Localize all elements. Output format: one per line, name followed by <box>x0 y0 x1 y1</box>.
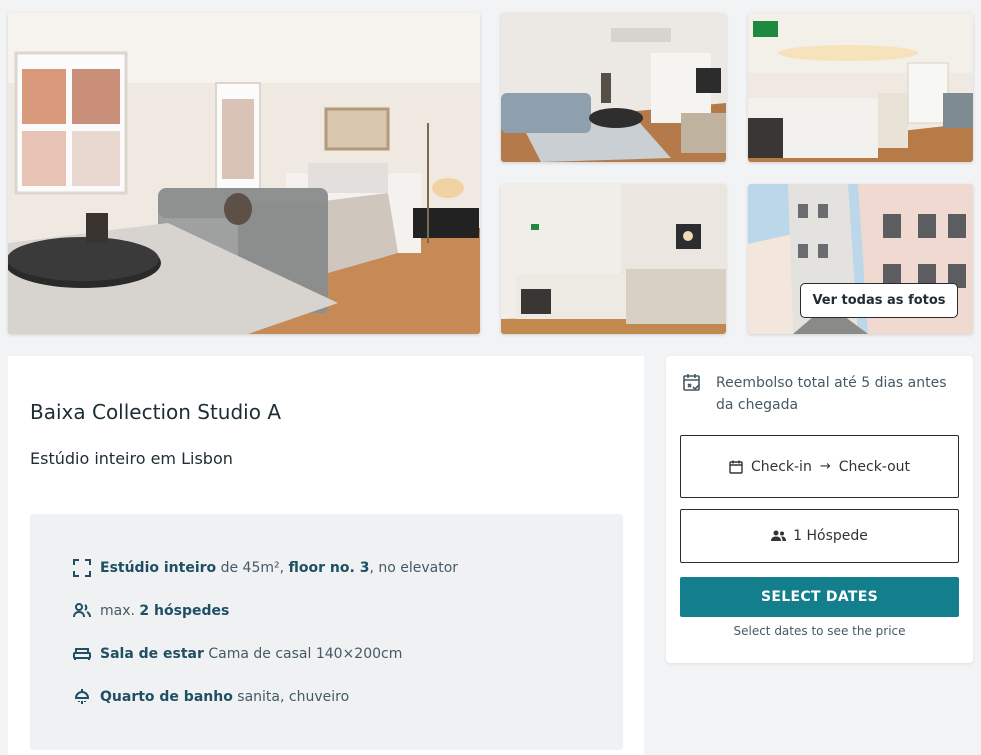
guests-field[interactable]: 1 Hóspede <box>680 509 959 563</box>
guests-label: 1 Hóspede <box>793 528 868 544</box>
feature-bathroom: Quarto de banho sanita, chuveiro <box>72 687 349 707</box>
see-all-photos-button[interactable]: Ver todas as fotos <box>800 283 958 318</box>
price-hint: Select dates to see the price <box>733 624 906 638</box>
feature-area-type: Estúdio inteiro <box>100 560 217 576</box>
refund-text: Reembolso total até 5 dias antes da cheg… <box>716 375 947 413</box>
feature-guests-count: 2 hóspedes <box>139 603 230 619</box>
shower-icon <box>72 687 92 707</box>
checkin-label: Check-in <box>750 458 812 475</box>
listing-subtitle: Estúdio inteiro em Lisbon <box>30 449 233 468</box>
feature-elevator: , no elevator <box>369 560 459 576</box>
listing-title: Baixa Collection Studio A <box>30 400 282 424</box>
date-picker-field[interactable]: Check-in → Check-out <box>680 435 959 498</box>
bed-icon <box>72 644 92 664</box>
feature-floor: floor no. 3 <box>288 560 370 576</box>
feature-area: Estúdio inteiro de 45m², floor no. 3 , n… <box>72 558 458 578</box>
feature-bathroom-room: Quarto de banho <box>100 689 233 705</box>
main-photo-living-room[interactable] <box>8 13 480 334</box>
arrow-right-icon: → <box>819 459 831 474</box>
select-dates-button[interactable]: SELECT DATES <box>680 577 959 617</box>
feature-guests: max. 2 hóspedes <box>72 601 229 621</box>
refund-policy: Reembolso total até 5 dias antes da cheg… <box>682 372 962 416</box>
checkout-label: Check-out <box>838 458 911 475</box>
listing-info-panel: Baixa Collection Studio A Estúdio inteir… <box>8 356 644 755</box>
calendar-icon <box>729 459 745 475</box>
calendar-check-icon <box>682 373 702 393</box>
feature-bathroom-detail: sanita, chuveiro <box>232 689 350 705</box>
photo-gallery: Ver todas as fotos <box>0 0 981 345</box>
photo-living-area[interactable] <box>501 13 726 162</box>
feature-bed-detail: Cama de casal 140×200cm <box>203 646 403 662</box>
feature-bed: Sala de estar Cama de casal 140×200cm <box>72 644 402 664</box>
area-icon <box>72 558 92 578</box>
features-box: Estúdio inteiro de 45m², floor no. 3 , n… <box>30 514 623 750</box>
feature-guests-prefix: max. <box>100 603 140 619</box>
guests-icon <box>72 601 92 621</box>
photo-kitchen[interactable] <box>748 13 973 162</box>
guests-icon <box>771 528 787 544</box>
feature-bed-room: Sala de estar <box>100 646 204 662</box>
feature-area-size: de 45m², <box>216 560 289 576</box>
photo-kitchenette[interactable] <box>501 184 726 334</box>
booking-panel: Reembolso total até 5 dias antes da cheg… <box>666 356 973 663</box>
